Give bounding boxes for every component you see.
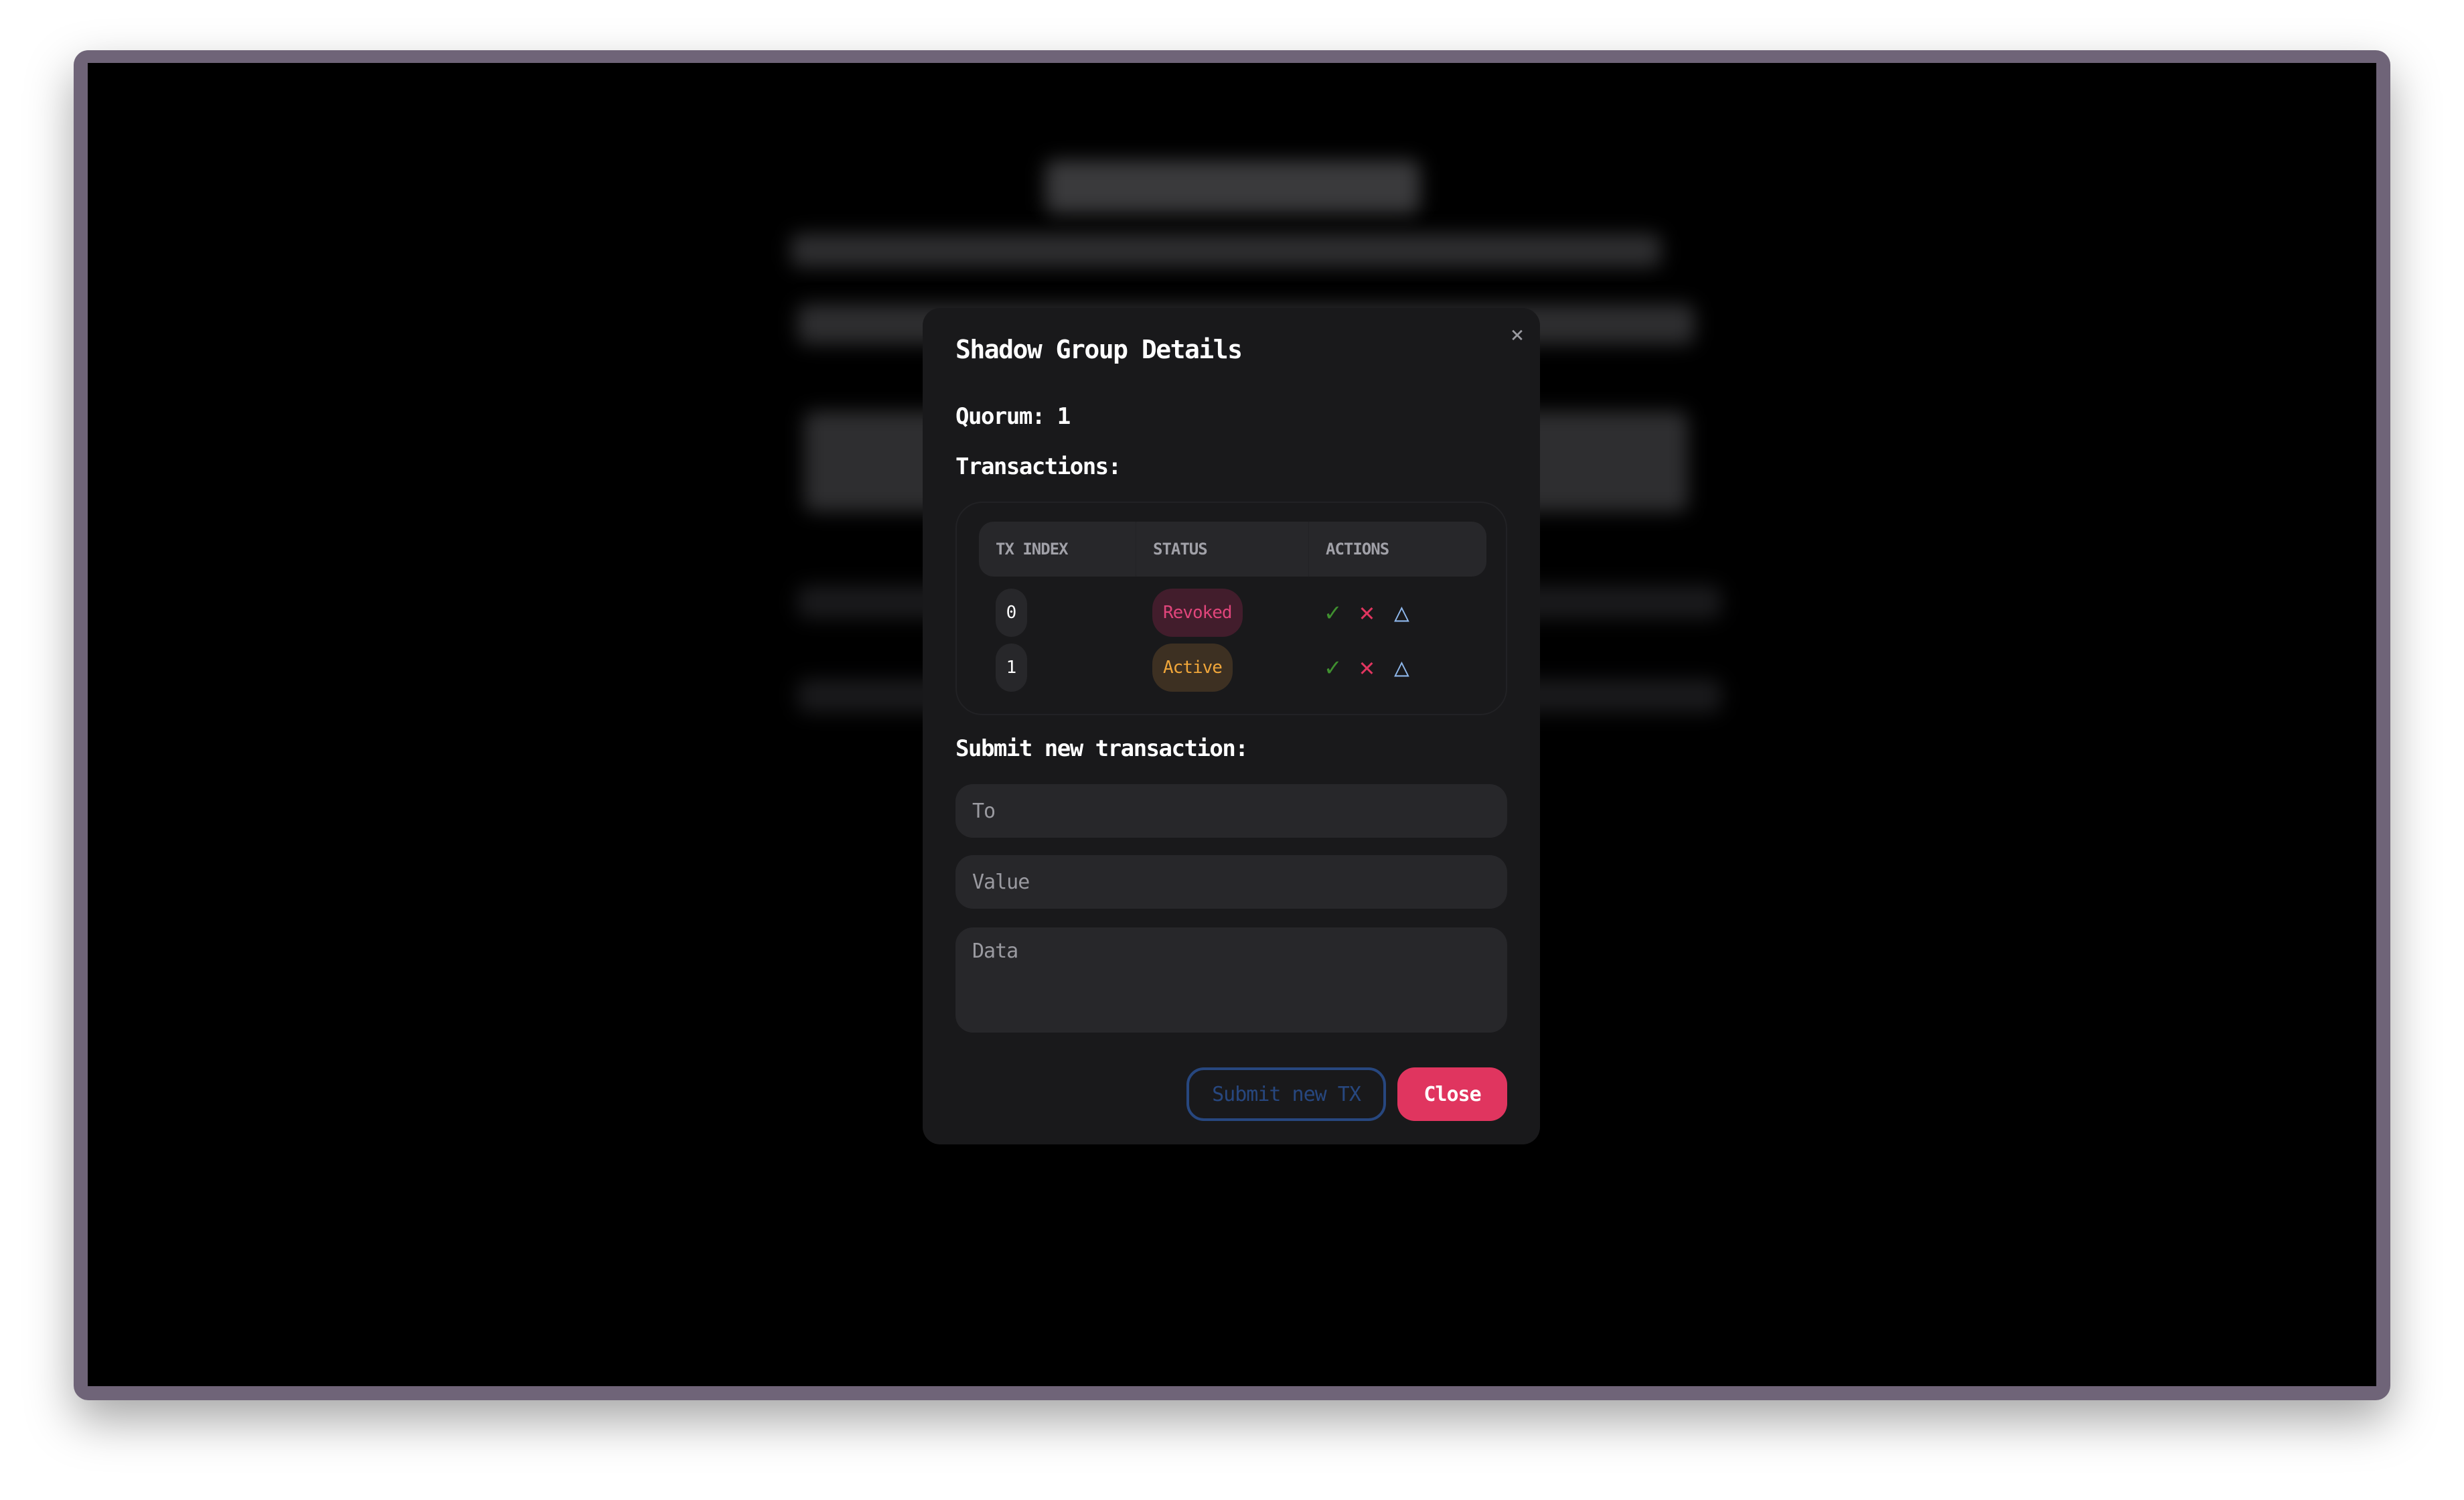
approve-check-icon[interactable]: ✓ xyxy=(1325,595,1340,629)
app-screen: Shadow Group Details × Quorum: 1 Transac… xyxy=(88,63,2376,1386)
submit-new-tx-button[interactable]: Submit new TX xyxy=(1186,1067,1386,1121)
status-badge: Active xyxy=(1152,644,1233,692)
table-row: 1 Active ✓ ✕ △ xyxy=(979,641,1486,694)
modal-title: Shadow Group Details xyxy=(955,335,1243,364)
submit-transaction-heading: Submit new transaction: xyxy=(955,735,1249,762)
column-header-tx-index: TX INDEX xyxy=(996,540,1069,558)
quorum-label: Quorum: 1 xyxy=(955,403,1071,430)
execute-triangle-icon[interactable]: △ xyxy=(1394,595,1409,629)
status-badge: Revoked xyxy=(1152,589,1243,637)
tx-index: 0 xyxy=(996,589,1027,637)
close-button[interactable]: Close xyxy=(1397,1067,1507,1121)
table-header: TX INDEX STATUS ACTIONS xyxy=(979,522,1486,577)
table-row: 0 Revoked ✓ ✕ △ xyxy=(979,586,1486,640)
approve-check-icon[interactable]: ✓ xyxy=(1325,650,1340,684)
background-title-blur xyxy=(1045,160,1420,214)
window-frame: Shadow Group Details × Quorum: 1 Transac… xyxy=(74,50,2390,1400)
to-input[interactable] xyxy=(955,784,1507,838)
background-subtitle-blur xyxy=(791,234,1661,267)
reject-x-icon[interactable]: ✕ xyxy=(1359,650,1375,684)
shadow-group-details-modal: Shadow Group Details × Quorum: 1 Transac… xyxy=(923,308,1540,1144)
transactions-heading: Transactions: xyxy=(955,453,1122,480)
column-header-status: STATUS xyxy=(1136,522,1308,577)
transactions-table: TX INDEX STATUS ACTIONS 0 Revoked ✓ ✕ △ … xyxy=(955,502,1507,715)
close-icon[interactable]: × xyxy=(1504,321,1531,348)
data-textarea[interactable] xyxy=(955,927,1507,1033)
value-input[interactable] xyxy=(955,855,1507,909)
column-header-actions: ACTIONS xyxy=(1308,522,1486,577)
execute-triangle-icon[interactable]: △ xyxy=(1394,650,1409,684)
reject-x-icon[interactable]: ✕ xyxy=(1359,595,1375,629)
tx-index: 1 xyxy=(996,644,1027,692)
